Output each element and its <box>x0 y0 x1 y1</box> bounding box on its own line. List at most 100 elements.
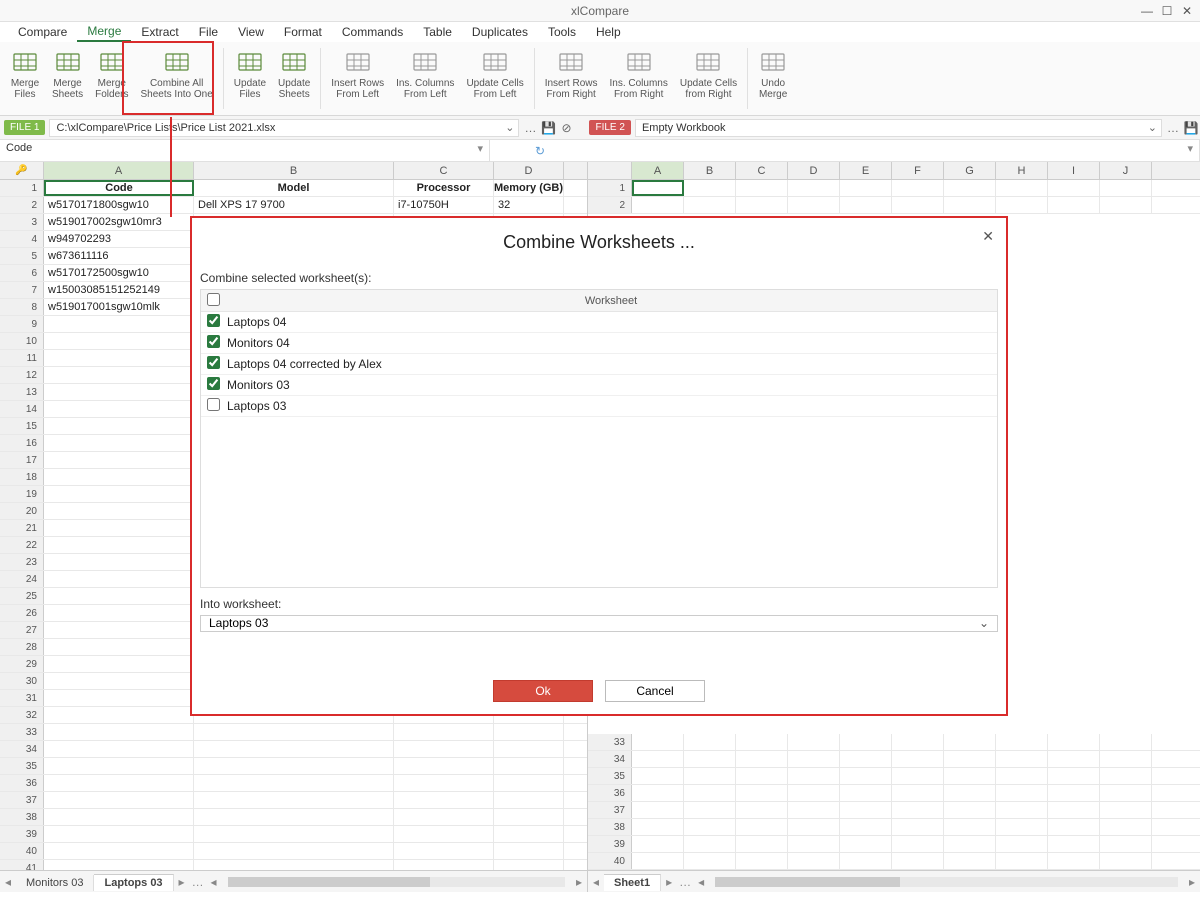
menu-compare[interactable]: Compare <box>8 23 77 41</box>
cell[interactable] <box>494 809 564 825</box>
cell[interactable] <box>44 401 194 417</box>
col-header-G[interactable]: G <box>944 162 996 179</box>
row-header[interactable]: 36 <box>0 775 44 791</box>
col-header-C[interactable]: C <box>736 162 788 179</box>
cell[interactable]: Model <box>194 180 394 196</box>
cell[interactable] <box>1100 751 1152 767</box>
cell[interactable] <box>736 853 788 869</box>
cell[interactable] <box>684 819 736 835</box>
cell[interactable] <box>996 734 1048 750</box>
cell[interactable] <box>892 197 944 213</box>
cell[interactable] <box>1100 197 1152 213</box>
cell[interactable] <box>944 734 996 750</box>
cell[interactable]: Memory (GB) <box>494 180 564 196</box>
cell[interactable] <box>736 768 788 784</box>
cell[interactable] <box>736 751 788 767</box>
row-header[interactable]: 7 <box>0 282 44 298</box>
sheet-tab[interactable]: Monitors 03 <box>16 875 94 891</box>
row-header[interactable]: 21 <box>0 520 44 536</box>
cell[interactable] <box>1048 197 1100 213</box>
cell[interactable] <box>632 768 684 784</box>
file2-path[interactable]: Empty Workbook ⌄ <box>635 119 1162 137</box>
cell[interactable] <box>494 843 564 859</box>
row-header[interactable]: 9 <box>0 316 44 332</box>
cell[interactable] <box>1100 819 1152 835</box>
menu-file[interactable]: File <box>189 23 228 41</box>
worksheet-checkbox[interactable] <box>207 356 220 369</box>
cell[interactable] <box>1048 734 1100 750</box>
cell[interactable] <box>494 758 564 774</box>
table-row[interactable]: 33 <box>0 724 587 741</box>
cell[interactable] <box>944 785 996 801</box>
cell[interactable] <box>194 775 394 791</box>
cell[interactable] <box>892 802 944 818</box>
tab-nav-next[interactable]: ▸ <box>174 875 190 889</box>
cell[interactable] <box>194 758 394 774</box>
cell[interactable] <box>44 622 194 638</box>
worksheet-checkbox[interactable] <box>207 398 220 411</box>
worksheet-checkbox[interactable] <box>207 314 220 327</box>
table-row[interactable]: 39 <box>588 836 1200 853</box>
row-header[interactable]: 25 <box>0 588 44 604</box>
row-header[interactable]: 27 <box>0 622 44 638</box>
row-header[interactable]: 40 <box>588 853 632 869</box>
row-header[interactable]: 6 <box>0 265 44 281</box>
row-header[interactable]: 37 <box>588 802 632 818</box>
row-header[interactable]: 8 <box>0 299 44 315</box>
tab-nav-next[interactable]: ▸ <box>661 875 677 889</box>
cell[interactable] <box>996 197 1048 213</box>
cell[interactable] <box>632 836 684 852</box>
row-header[interactable]: 35 <box>0 758 44 774</box>
cell[interactable] <box>996 853 1048 869</box>
cell[interactable] <box>394 792 494 808</box>
cell[interactable]: w949702293 <box>44 231 194 247</box>
hscroll-right[interactable] <box>715 877 1178 887</box>
minimize-icon[interactable]: — <box>1138 4 1156 18</box>
table-row[interactable]: 33 <box>588 734 1200 751</box>
table-row[interactable]: 1CodeModelProcessorMemory (GB) <box>0 180 587 197</box>
cell[interactable] <box>736 819 788 835</box>
menu-commands[interactable]: Commands <box>332 23 413 41</box>
cell[interactable] <box>684 197 736 213</box>
row-header[interactable]: 5 <box>0 248 44 264</box>
cell[interactable] <box>1100 836 1152 852</box>
into-worksheet-combo[interactable]: Laptops 03 ⌄ <box>200 615 998 632</box>
row-header[interactable]: 33 <box>0 724 44 740</box>
col-header-A[interactable]: A <box>632 162 684 179</box>
cell[interactable] <box>1100 853 1152 869</box>
cell[interactable] <box>632 180 684 196</box>
cell[interactable] <box>394 843 494 859</box>
cell[interactable] <box>788 197 840 213</box>
cell[interactable] <box>944 768 996 784</box>
cell[interactable] <box>44 758 194 774</box>
cell[interactable] <box>840 197 892 213</box>
cell[interactable] <box>684 853 736 869</box>
save-icon[interactable]: 💾 <box>539 121 557 135</box>
cell[interactable] <box>394 741 494 757</box>
list-item[interactable]: Laptops 04 corrected by Alex <box>201 354 997 375</box>
tab-nav-more[interactable]: … <box>190 875 206 889</box>
table-row[interactable]: 34 <box>0 741 587 758</box>
formula-left[interactable]: Code ▾ <box>0 140 490 161</box>
cell[interactable] <box>684 734 736 750</box>
cell[interactable] <box>1048 785 1100 801</box>
cell[interactable] <box>892 853 944 869</box>
col-header-I[interactable]: I <box>1048 162 1100 179</box>
cell[interactable] <box>736 180 788 196</box>
col-header-B[interactable]: B <box>194 162 394 179</box>
cell[interactable] <box>632 751 684 767</box>
table-row[interactable]: 36 <box>588 785 1200 802</box>
cell[interactable] <box>788 180 840 196</box>
table-row[interactable]: 40 <box>588 853 1200 870</box>
col-header-E[interactable]: E <box>840 162 892 179</box>
save-icon[interactable]: 💾 <box>1182 121 1200 135</box>
cell[interactable] <box>1100 768 1152 784</box>
cell[interactable] <box>44 384 194 400</box>
cell[interactable] <box>996 785 1048 801</box>
cell[interactable] <box>1048 819 1100 835</box>
menu-tools[interactable]: Tools <box>538 23 586 41</box>
cell[interactable] <box>840 836 892 852</box>
row-header[interactable]: 33 <box>588 734 632 750</box>
row-header[interactable]: 38 <box>588 819 632 835</box>
cell[interactable] <box>44 724 194 740</box>
